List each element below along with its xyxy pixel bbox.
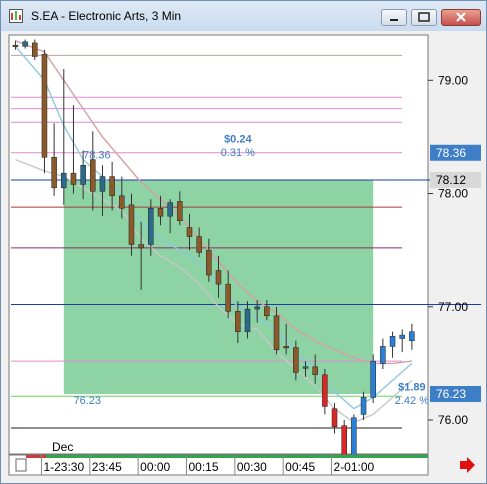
x-tick-label: 00:45 [285,460,315,474]
x-tick-label: 23:45 [92,460,122,474]
candle-body [409,331,415,342]
candle-body [99,176,106,192]
candle-body [283,346,289,349]
candle [41,49,48,174]
candle-body [167,202,173,217]
candle-body [235,311,241,332]
minimize-icon [390,19,398,21]
candle-body [128,204,135,245]
chart-annotation: 76.23 [73,395,101,407]
candle-body [32,42,38,57]
candle-body [80,164,86,185]
candle-body [399,334,405,339]
candle-body [312,366,318,375]
x-tick-label: 00:00 [140,460,170,474]
close-button[interactable] [441,9,481,26]
x-tick-label: 1-23:30 [43,460,84,474]
price-badge-label: 78.36 [436,146,466,160]
scroll-handle[interactable] [15,458,27,472]
candle-body [206,249,212,276]
candle-body [119,195,125,209]
candle-body [90,159,96,192]
x-tick-label: 00:15 [188,460,218,474]
chart-annotation: 0.31 % [221,147,255,159]
candle-body [264,306,270,317]
candle-body [322,374,328,407]
candle-body [244,308,251,332]
y-tick-label: 78.00 [438,187,468,201]
candle-body [254,306,260,310]
candle-body [148,208,154,245]
candle-body [370,360,376,398]
price-badge-label: 78.12 [436,173,466,187]
x-tick-label: 00:30 [237,460,267,474]
chart-window: S.EA - Electronic Arts, 3 Min $0.24 0.31 … [0,0,487,484]
candle-body [225,283,231,312]
candle-body [109,176,115,197]
y-tick-label: 77.00 [438,300,468,314]
candle-body [273,315,280,351]
candle-body [302,366,309,369]
candle-body [61,172,67,189]
candle-body [196,236,202,253]
candle-body [351,417,357,459]
candle-body [389,335,396,347]
candle-body [293,347,299,373]
candle-body [22,41,28,47]
session-bar [46,455,428,458]
x-tick-label: 2-01:00 [334,460,375,474]
window-title: S.EA - Electronic Arts, 3 Min [31,9,182,23]
close-icon [456,12,466,22]
y-tick-label: 76.00 [438,413,468,427]
app-icon [9,9,23,23]
chart-area[interactable]: $0.24 0.31 % 78.36 76.23 $1.89 2.42 % 79.00 78… [8,34,481,476]
candle-body [12,44,19,47]
candle-body [360,397,367,415]
y-tick-label: 79.00 [438,73,468,87]
maximize-button[interactable] [411,9,437,26]
candlestick-chart[interactable]: $0.240.31 % 78.36 76.23 $1.892.42 % 79.00 78… [8,34,481,476]
price-badge-label: 76.23 [436,387,466,401]
candle-body [380,346,386,364]
chart-annotation: $0.24 [224,134,252,146]
minimize-button[interactable] [381,9,407,26]
candle-body [215,270,222,285]
month-label: Dec [52,440,73,454]
maximize-icon [418,12,430,22]
candle-body [177,201,183,221]
candle-body [157,208,164,217]
red-arrow-right-icon[interactable] [460,457,475,473]
candle-body [186,227,193,237]
chart-annotation: 2.42 % [395,395,429,407]
candle-body [51,157,57,189]
candle [370,354,376,404]
candle-body [41,54,48,158]
candle-body [138,244,144,249]
chart-annotation: $1.89 [398,382,426,394]
chart-annotation: 78.36 [83,149,111,161]
candle-body [70,172,77,185]
title-bar[interactable]: S.EA - Electronic Arts, 3 Min [1,1,486,31]
session-bar-pre [26,455,46,458]
candle-body [331,408,338,428]
